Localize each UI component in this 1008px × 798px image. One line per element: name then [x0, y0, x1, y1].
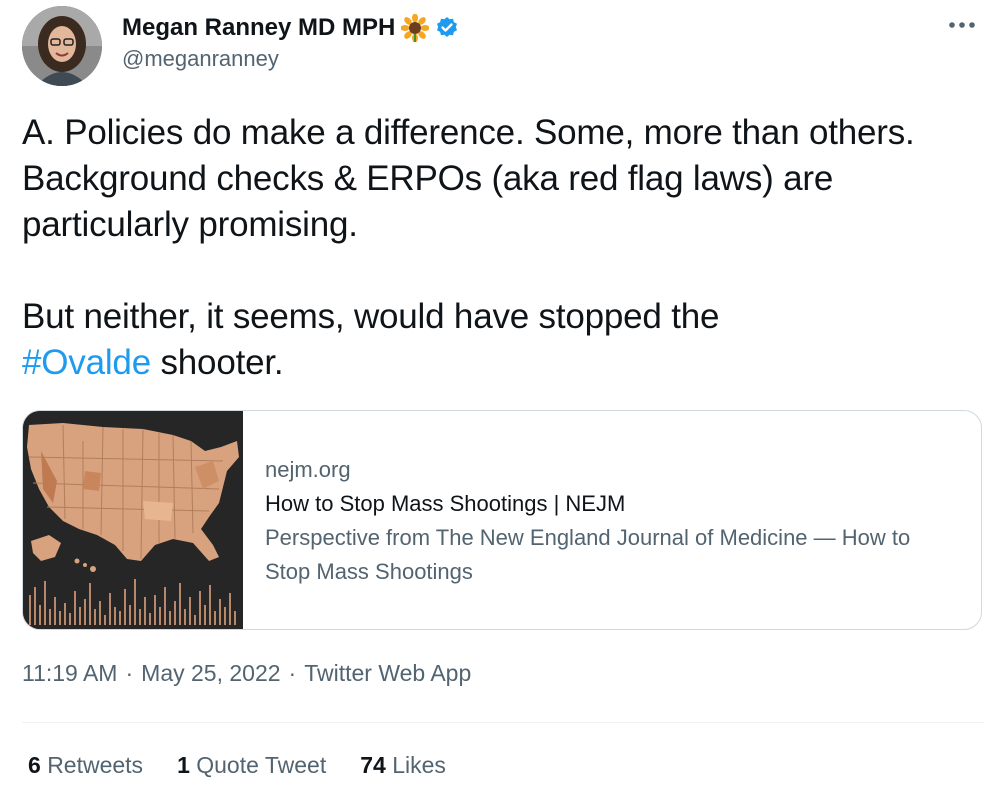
- meta-separator: ·: [288, 660, 297, 686]
- more-horizontal-icon: [949, 22, 975, 28]
- tweet: Megan Ranney MD MPH @meganranney A. Poli…: [0, 0, 1008, 798]
- tweet-time[interactable]: 11:19 AM: [22, 660, 117, 687]
- link-card-image: [23, 411, 243, 629]
- likes-count: 74: [360, 752, 386, 778]
- quote-tweets-count: 1: [177, 752, 190, 778]
- tweet-paragraph-1: A. Policies do make a difference. Some, …: [22, 113, 915, 244]
- retweets-label: Retweets: [47, 752, 144, 778]
- sunflower-icon: [400, 13, 430, 43]
- link-card-description: Perspective from The New England Journal…: [265, 525, 911, 584]
- link-card-info: nejm.org How to Stop Mass Shootings | NE…: [243, 411, 955, 629]
- tweet-stats: 6 Retweets 1 Quote Tweet 74 Likes: [28, 752, 446, 779]
- author-name-row: Megan Ranney MD MPH: [122, 12, 459, 44]
- link-card-domain: nejm.org: [265, 457, 351, 482]
- author-display-name[interactable]: Megan Ranney MD MPH: [122, 14, 395, 42]
- tweet-source[interactable]: Twitter Web App: [304, 660, 471, 687]
- likes-stat[interactable]: 74 Likes: [360, 752, 446, 779]
- tweet-meta: 11:19 AM · May 25, 2022 · Twitter Web Ap…: [22, 660, 471, 687]
- tweet-paragraph-2: But neither, it seems, would have stoppe…: [22, 294, 972, 386]
- quote-tweets-label: Quote Tweet: [196, 752, 327, 778]
- link-card[interactable]: nejm.org How to Stop Mass Shootings | NE…: [22, 410, 982, 630]
- quote-tweets-stat[interactable]: 1 Quote Tweet: [177, 752, 326, 779]
- tweet-paragraph-2-text: But neither, it seems, would have stoppe…: [22, 297, 720, 336]
- author-handle[interactable]: @meganranney: [122, 46, 279, 72]
- tweet-paragraph-2-tail: shooter.: [150, 343, 284, 382]
- link-card-title: How to Stop Mass Shootings | NEJM: [265, 491, 626, 516]
- divider: [22, 722, 984, 723]
- avatar[interactable]: [22, 6, 102, 86]
- likes-label: Likes: [392, 752, 446, 778]
- hashtag-link[interactable]: #Ovalde: [22, 343, 151, 382]
- verified-badge-icon: [435, 16, 459, 40]
- tweet-date[interactable]: May 25, 2022: [141, 660, 280, 687]
- tweet-text: A. Policies do make a difference. Some, …: [22, 110, 972, 386]
- retweets-count: 6: [28, 752, 41, 778]
- retweets-stat[interactable]: 6 Retweets: [28, 752, 143, 779]
- more-options-button[interactable]: [944, 10, 980, 40]
- meta-separator: ·: [125, 660, 134, 686]
